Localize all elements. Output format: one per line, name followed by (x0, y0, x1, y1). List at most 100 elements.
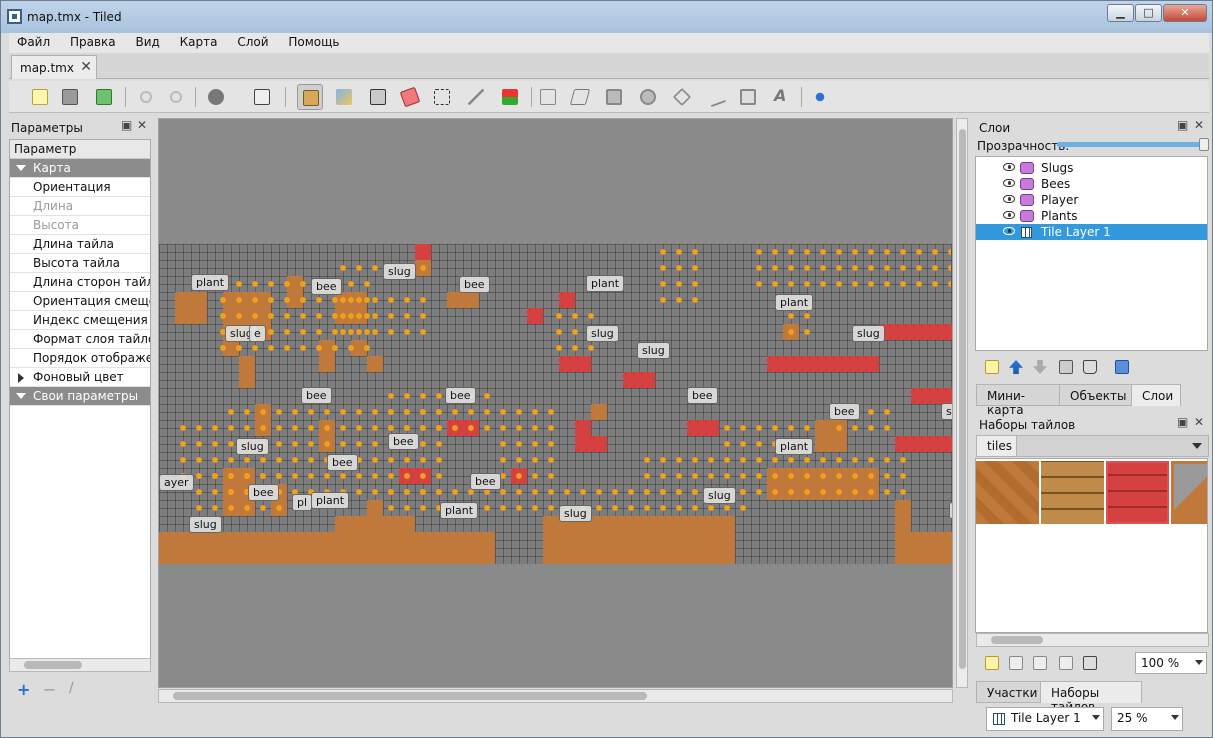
raise-layer-icon[interactable] (1009, 360, 1023, 374)
insert-polyline-button[interactable] (703, 84, 729, 110)
new-tileset-icon[interactable] (985, 656, 999, 670)
layers-float-icon[interactable]: ▣ (1177, 118, 1188, 132)
opacity-slider[interactable] (1057, 138, 1209, 151)
tileset-zoom-select[interactable]: 100 % (1135, 652, 1207, 674)
layer-visibility-icon[interactable] (1115, 360, 1129, 374)
duplicate-layer-icon[interactable] (1059, 360, 1073, 374)
edit-polygon-button[interactable] (567, 84, 593, 110)
map-object-label[interactable]: plant (440, 502, 479, 519)
insert-ellipse-button[interactable] (635, 84, 661, 110)
undo-button[interactable] (133, 84, 159, 110)
map-zoom-select[interactable]: 25 % (1111, 707, 1183, 731)
expand-arrow-icon[interactable] (16, 165, 26, 171)
add-property-button[interactable]: + (17, 680, 30, 699)
close-button[interactable]: ✕ (1163, 4, 1207, 22)
property-row[interactable]: Ориентация (10, 178, 150, 197)
tab-tilesets[interactable]: Наборы тайлов (1040, 681, 1142, 714)
menu-map[interactable]: Карта (172, 33, 226, 49)
map-object-label[interactable]: slug (637, 342, 670, 359)
eye-icon[interactable] (1003, 227, 1015, 235)
map-object-label[interactable]: slug (703, 487, 736, 504)
expand-arrow-icon[interactable] (16, 393, 26, 399)
map-hscroll[interactable] (158, 689, 953, 703)
property-row[interactable]: Формат слоя тайлов (10, 330, 150, 349)
tilesets-close-icon[interactable]: ✕ (1194, 415, 1204, 429)
property-row[interactable]: Длина тайла (10, 235, 150, 254)
map-object-label[interactable]: plant (191, 274, 230, 291)
tile-brick[interactable] (1041, 461, 1104, 524)
eye-icon[interactable] (1003, 179, 1015, 187)
collapse-arrow-icon[interactable] (18, 373, 24, 383)
insert-rect-button[interactable] (601, 84, 627, 110)
map-object-label[interactable]: plant (586, 275, 625, 292)
export-tileset-icon[interactable] (1033, 656, 1047, 670)
property-group[interactable]: Свои параметры (10, 387, 150, 406)
layer-row[interactable]: Plants (976, 208, 1207, 224)
select-same-tile-button[interactable] (497, 84, 523, 110)
dice-button[interactable] (249, 84, 275, 110)
tab-objects[interactable]: Объекты (1059, 384, 1132, 406)
property-row[interactable]: Индекс смещения (10, 311, 150, 330)
property-row[interactable]: Длина сторон тайла ( (10, 273, 150, 292)
add-layer-icon[interactable] (985, 360, 999, 374)
map-vscroll[interactable] (956, 118, 968, 688)
eye-icon[interactable] (1003, 195, 1015, 203)
tab-layers[interactable]: Слои (1131, 384, 1181, 406)
tilesets-float-icon[interactable]: ▣ (1177, 415, 1188, 429)
tab-minimap[interactable]: Мини-карта (976, 384, 1060, 417)
tileset-view[interactable] (975, 458, 1208, 633)
properties-close-icon[interactable]: ✕ (137, 118, 147, 132)
current-layer-select[interactable]: Tile Layer 1 (986, 707, 1104, 731)
layer-row[interactable]: Tile Layer 1 (976, 224, 1207, 240)
move-button[interactable] (807, 84, 833, 110)
layers-close-icon[interactable]: ✕ (1194, 118, 1204, 132)
insert-polygon-button[interactable] (669, 84, 695, 110)
map-object-label[interactable]: pl (292, 494, 313, 511)
tile-dirt[interactable] (976, 461, 1039, 524)
properties-float-icon[interactable]: ▣ (121, 118, 132, 132)
map-object-label[interactable]: slug (586, 325, 619, 342)
insert-tile-button[interactable] (735, 84, 761, 110)
map-object-label[interactable]: slug (852, 325, 885, 342)
bucket-fill-button[interactable] (365, 84, 391, 110)
map-object-label[interactable]: bee (388, 433, 419, 450)
map-object-label[interactable]: plant (311, 492, 350, 509)
map-object-label[interactable]: bee (301, 387, 332, 404)
map-object-label[interactable]: bee (687, 387, 718, 404)
tile-red-brick[interactable] (1106, 461, 1169, 524)
layer-row[interactable]: Slugs (976, 160, 1207, 176)
property-row[interactable]: Ориентация смещени (10, 292, 150, 311)
lower-layer-icon[interactable] (1033, 360, 1047, 374)
properties-hscroll[interactable] (9, 658, 151, 672)
menu-file[interactable]: Файл (9, 33, 58, 49)
menu-view[interactable]: Вид (127, 33, 167, 49)
property-row[interactable]: Высота тайла (10, 254, 150, 273)
tileset-properties-icon[interactable] (1059, 656, 1073, 670)
property-row[interactable]: Фоновый цвет (10, 368, 150, 387)
open-button[interactable] (57, 84, 83, 110)
map-object-label[interactable]: slug (383, 263, 416, 280)
insert-text-button[interactable]: A (767, 84, 793, 110)
random-mode-button[interactable] (203, 84, 229, 110)
import-tileset-icon[interactable] (1009, 656, 1023, 670)
edit-property-button[interactable]: / (69, 680, 74, 696)
property-row[interactable]: Порядок отображени (10, 349, 150, 368)
object-select-button[interactable] (535, 84, 561, 110)
menu-edit[interactable]: Правка (62, 33, 124, 49)
layer-row[interactable]: Bees (976, 176, 1207, 192)
property-group[interactable]: Карта (10, 159, 150, 178)
map-object-label[interactable]: plant (775, 438, 814, 455)
redo-button[interactable] (163, 84, 189, 110)
map-object-label[interactable]: bee (470, 473, 501, 490)
map-object-label[interactable]: slu (941, 403, 952, 420)
tileset-hscroll[interactable] (976, 633, 1209, 647)
new-map-button[interactable] (27, 84, 53, 110)
maximize-button[interactable]: □ (1135, 4, 1162, 22)
menu-layer[interactable]: Слой (229, 33, 276, 49)
eraser-button[interactable] (397, 84, 423, 110)
map-object-label[interactable]: ayer (159, 474, 194, 491)
map-object-label[interactable]: b (949, 502, 952, 519)
map-object-label[interactable]: e (249, 325, 266, 342)
eye-icon[interactable] (1003, 163, 1015, 171)
tab-terrains[interactable]: Участки (976, 681, 1041, 703)
